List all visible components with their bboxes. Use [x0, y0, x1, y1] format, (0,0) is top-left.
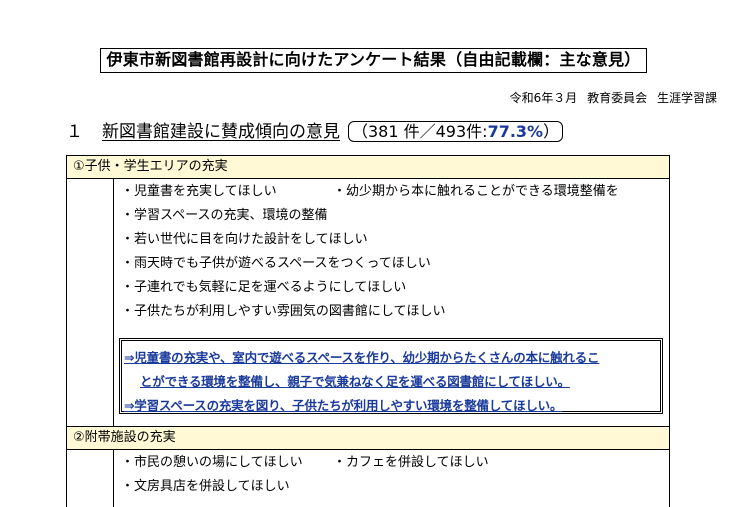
section-title: 新図書館建設に賛成傾向の意見	[102, 122, 340, 142]
summary-line: ⇒児童書の充実や、室内で遊べるスペースを作り、幼少期からたくさんの本に触れるこ	[124, 346, 658, 370]
opinion-text: ・カフェを併設してほしい	[333, 455, 489, 470]
category-heading: ①子供・学生エリアの充実	[67, 156, 669, 179]
organization: 教育委員会	[587, 91, 648, 105]
list-item: ・子連れでも気軽に足を運べるようにしてほしい	[121, 276, 669, 300]
opinion-text: ・子連れでも気軽に足を運べるようにしてほしい	[121, 280, 407, 295]
list-item: ・児童書を充実してほしい ・幼少期から本に触れることができる環境整備を	[121, 180, 669, 204]
section-number: １	[66, 122, 83, 142]
section-title-underlined: １ 新図書館建設に賛成傾向の意見	[66, 122, 340, 142]
arrow-icon: ⇒	[124, 350, 135, 365]
opinion-text: ・学習スペースの充実、環境の整備	[121, 208, 328, 223]
stat-percent: 77.3%	[487, 122, 544, 141]
opinion-text: ・子供たちが利用しやすい雰囲気の図書館にしてほしい	[121, 304, 446, 319]
list-item: ・子供たちが利用しやすい雰囲気の図書館にしてほしい	[121, 300, 669, 324]
list-item: ・若い世代に目を向けた設計をしてほしい	[121, 228, 669, 252]
arrow-icon: ⇒	[124, 398, 135, 413]
stat-box: （381 件／493件:77.3%）	[348, 121, 564, 142]
list-item: ・学習スペースの充実、環境の整備	[121, 204, 669, 228]
stat-prefix: （381 件／493件:	[352, 122, 488, 141]
dateline: 令和6年３月 教育委員会 生涯学習課	[504, 90, 717, 106]
opinion-text: ・若い世代に目を向けた設計をしてほしい	[121, 232, 368, 247]
title-wrapper: 伊東市新図書館再設計に向けたアンケート結果（自由記載欄：主な意見）	[0, 48, 747, 73]
opinion-text: ・文房具店を併設してほしい	[121, 479, 290, 494]
document-title: 伊東市新図書館再設計に向けたアンケート結果（自由記載欄：主な意見）	[99, 48, 648, 73]
opinion-list: ・市民の憩いの場にしてほしい ・カフェを併設してほしい ・文房具店を併設してほし…	[121, 451, 669, 499]
opinion-text: ・雨天時でも子供が遊べるスペースをつくってほしい	[121, 256, 431, 271]
list-item: ・雨天時でも子供が遊べるスペースをつくってほしい	[121, 252, 669, 276]
summary-line: とができる環境を整備し、親子で気兼ねなく足を運べる図書館にしてほしい。	[140, 374, 570, 389]
summary-line: ⇒学習スペースの充実を図り、子供たちが利用しやすい環境を整備してほしい。	[124, 394, 658, 418]
department: 生涯学習課	[656, 91, 717, 105]
date: 令和6年３月	[509, 91, 578, 105]
category-heading: ②附帯施設の充実	[67, 427, 669, 450]
opinion-text: ・市民の憩いの場にしてほしい	[121, 455, 303, 470]
opinion-text: ・幼少期から本に触れることができる環境整備を	[333, 184, 619, 199]
stat-suffix: ）	[543, 122, 560, 141]
section-heading: １ 新図書館建設に賛成傾向の意見 （381 件／493件:77.3%）	[66, 121, 564, 143]
inner-divider	[113, 450, 114, 507]
category-box-children: ①子供・学生エリアの充実 ・児童書を充実してほしい ・幼少期から本に触れることが…	[66, 155, 670, 428]
inner-divider	[113, 179, 114, 428]
opinion-list: ・児童書を充実してほしい ・幼少期から本に触れることができる環境整備を ・学習ス…	[121, 180, 669, 324]
category-box-facilities: ②附帯施設の充実 ・市民の憩いの場にしてほしい ・カフェを併設してほしい ・文房…	[66, 426, 670, 507]
summary-text: 学習スペースの充実を図り、子供たちが利用しやすい環境を整備してほしい。	[134, 398, 563, 413]
opinion-text: ・児童書を充実してほしい	[121, 184, 277, 199]
list-item: ・市民の憩いの場にしてほしい ・カフェを併設してほしい	[121, 451, 669, 475]
summary-text: 児童書の充実や、室内で遊べるスペースを作り、幼少期からたくさんの本に触れるこ	[134, 350, 600, 365]
list-item: ・文房具店を併設してほしい	[121, 475, 669, 499]
summary-box: ⇒児童書の充実や、室内で遊べるスペースを作り、幼少期からたくさんの本に触れるこ …	[119, 338, 663, 414]
